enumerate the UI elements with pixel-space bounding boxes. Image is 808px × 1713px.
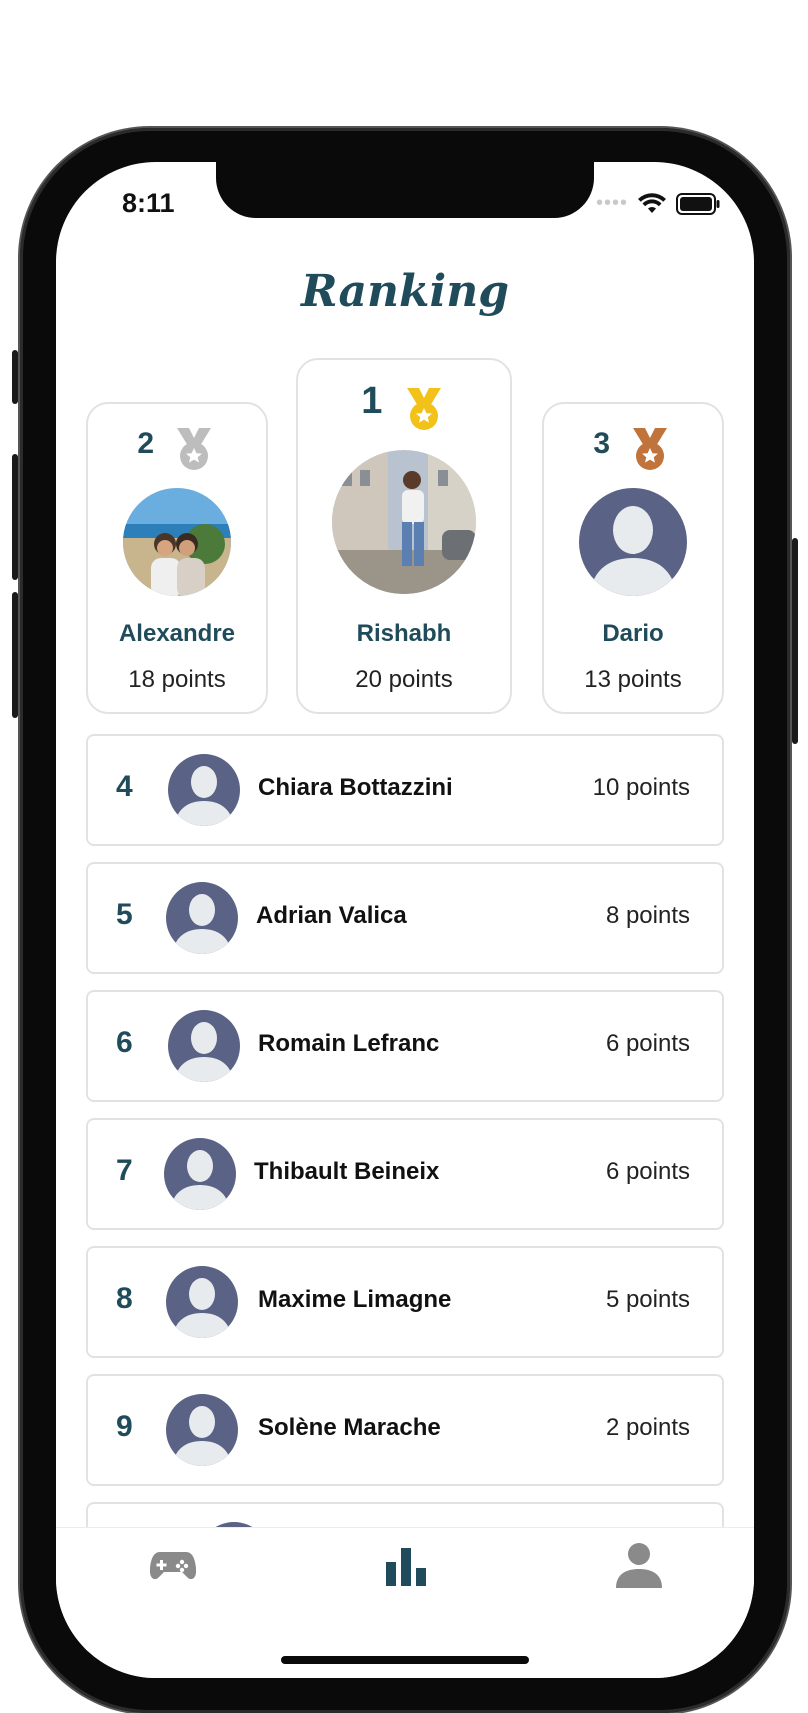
row-points: 8 points bbox=[605, 902, 690, 929]
podium-card-first[interactable]: 1 Rishabh 20 points bbox=[296, 358, 512, 714]
ranking-row[interactable]: 5 Adrian Valica 8 points bbox=[86, 862, 724, 974]
avatar-placeholder-icon bbox=[166, 1394, 238, 1466]
row-rank: 4 bbox=[116, 770, 133, 803]
podium-card-third[interactable]: 3 Dario 13 points bbox=[542, 402, 724, 714]
podium-rank: 3 bbox=[593, 427, 611, 461]
bronze-medal-icon bbox=[632, 428, 667, 470]
user-icon bbox=[616, 1543, 662, 1588]
avatar-placeholder-icon bbox=[166, 882, 238, 954]
row-points: 6 points bbox=[605, 1158, 690, 1185]
wifi-icon bbox=[638, 192, 666, 213]
ranking-row[interactable]: 8 Maxime Limagne 5 points bbox=[86, 1246, 724, 1358]
ranking-row[interactable]: 4 Chiara Bottazzini 10 points bbox=[86, 734, 724, 846]
avatar-placeholder-icon bbox=[168, 1010, 240, 1082]
ranking-row[interactable]: 9 Solène Marache 2 points bbox=[86, 1374, 724, 1486]
podium-rank: 1 bbox=[361, 380, 383, 422]
row-name: Romain Lefranc bbox=[258, 1030, 440, 1057]
phone-frame: 8:11 •••• Ranking 2 Alexandre 18 points … bbox=[12, 128, 798, 1713]
avatar-placeholder-icon bbox=[166, 1266, 238, 1338]
podium-rank: 2 bbox=[137, 427, 155, 461]
podium-points: 13 points bbox=[584, 666, 682, 693]
ranking-row[interactable]: 7 Thibault Beineix 6 points bbox=[86, 1118, 724, 1230]
podium-points: 20 points bbox=[355, 666, 453, 693]
row-rank: 8 bbox=[116, 1282, 133, 1315]
tab-ranking[interactable] bbox=[386, 1548, 426, 1591]
volume-down-button bbox=[12, 592, 18, 718]
row-name: Thibault Beineix bbox=[254, 1158, 440, 1185]
bar-chart-icon bbox=[386, 1548, 426, 1586]
status-icons: •••• bbox=[596, 192, 720, 215]
ranking-row[interactable]: 6 Romain Lefranc 6 points bbox=[86, 990, 724, 1102]
row-name: Chiara Bottazzini bbox=[258, 774, 453, 801]
silver-medal-icon bbox=[176, 428, 211, 470]
row-rank: 7 bbox=[116, 1154, 133, 1187]
row-name: Solène Marache bbox=[258, 1414, 441, 1441]
row-points: 10 points bbox=[592, 774, 690, 801]
avatar-placeholder-icon bbox=[164, 1138, 236, 1210]
mute-switch bbox=[12, 350, 18, 404]
row-points: 2 points bbox=[605, 1414, 690, 1441]
power-button bbox=[792, 538, 798, 744]
page-title: Ranking bbox=[300, 266, 510, 317]
notch bbox=[216, 162, 594, 218]
podium-card-second[interactable]: 2 Alexandre 18 points bbox=[86, 402, 268, 714]
podium-points: 18 points bbox=[128, 666, 226, 693]
avatar-placeholder-icon bbox=[579, 488, 687, 596]
podium-rank-row: 1 bbox=[298, 380, 510, 432]
row-rank: 5 bbox=[116, 898, 133, 931]
row-rank: 6 bbox=[116, 1026, 133, 1059]
row-points: 6 points bbox=[605, 1030, 690, 1057]
home-indicator[interactable] bbox=[281, 1656, 529, 1664]
gold-medal-icon bbox=[406, 387, 441, 430]
avatar-photo bbox=[332, 450, 476, 594]
tab-profile[interactable] bbox=[616, 1542, 662, 1593]
tab-games[interactable] bbox=[149, 1548, 197, 1587]
row-name: Maxime Limagne bbox=[258, 1286, 452, 1313]
signal-icon: •••• bbox=[595, 192, 628, 214]
battery-icon bbox=[676, 192, 720, 215]
row-name: Adrian Valica bbox=[256, 902, 407, 929]
podium-name: Dario bbox=[602, 620, 664, 647]
status-time: 8:11 bbox=[122, 188, 175, 218]
row-rank: 9 bbox=[116, 1410, 133, 1443]
podium-rank-row: 3 bbox=[544, 426, 722, 472]
podium-rank-row: 2 bbox=[88, 426, 266, 472]
avatar-photo bbox=[123, 488, 231, 596]
gamepad-icon bbox=[149, 1552, 197, 1580]
avatar-placeholder-icon bbox=[168, 754, 240, 826]
volume-up-button bbox=[12, 454, 18, 580]
tab-bar bbox=[56, 1527, 754, 1678]
row-points: 5 points bbox=[605, 1286, 690, 1313]
podium-name: Alexandre bbox=[118, 620, 236, 647]
podium-name: Rishabh bbox=[356, 620, 452, 647]
screen: 8:11 •••• Ranking 2 Alexandre 18 points … bbox=[56, 162, 754, 1678]
